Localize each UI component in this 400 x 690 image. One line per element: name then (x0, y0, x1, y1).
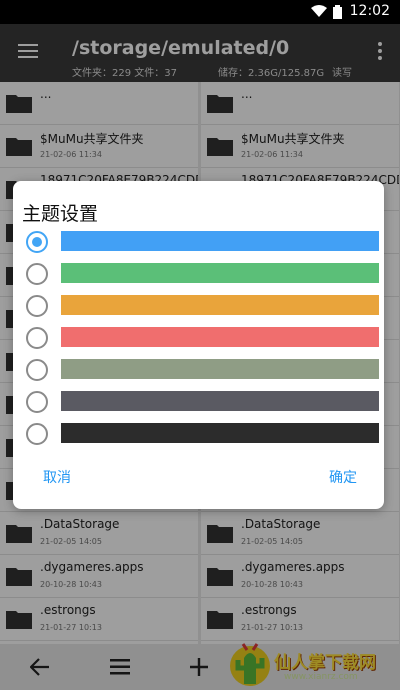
wifi-icon (311, 5, 327, 17)
radio-button[interactable] (26, 295, 48, 317)
color-swatch[interactable] (61, 359, 379, 379)
theme-option[interactable] (13, 355, 384, 385)
clock: 12:02 (349, 3, 390, 19)
radio-button[interactable] (26, 231, 48, 253)
battery-icon (333, 5, 342, 19)
color-swatch[interactable] (61, 391, 379, 411)
color-swatch[interactable] (61, 263, 379, 283)
radio-button[interactable] (26, 423, 48, 445)
cancel-button[interactable]: 取消 (43, 467, 71, 487)
radio-button[interactable] (26, 359, 48, 381)
ok-button[interactable]: 确定 (329, 467, 357, 487)
color-swatch[interactable] (61, 295, 379, 315)
dialog-title: 主题设置 (22, 203, 99, 225)
status-icons (311, 5, 342, 19)
theme-option[interactable] (13, 227, 384, 257)
radio-button[interactable] (26, 263, 48, 285)
radio-selected-dot (32, 237, 42, 247)
color-swatch[interactable] (61, 231, 379, 251)
theme-option[interactable] (13, 259, 384, 289)
radio-button[interactable] (26, 391, 48, 413)
color-swatch[interactable] (61, 423, 379, 443)
radio-button[interactable] (26, 327, 48, 349)
color-swatch[interactable] (61, 327, 379, 347)
theme-option[interactable] (13, 419, 384, 449)
theme-option[interactable] (13, 291, 384, 321)
status-bar: 12:02 (0, 0, 400, 24)
theme-settings-dialog: 主题设置 取消 确定 (13, 181, 384, 509)
theme-option[interactable] (13, 323, 384, 353)
theme-option[interactable] (13, 387, 384, 417)
